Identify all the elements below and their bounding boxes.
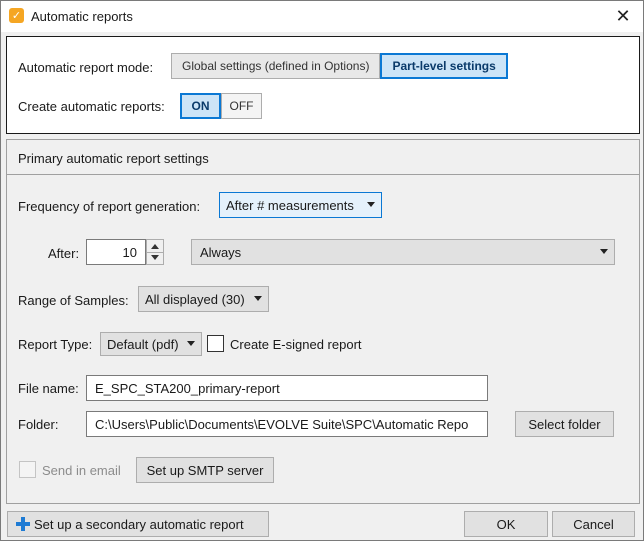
range-label: Range of Samples: xyxy=(18,293,129,308)
report-type-value: Default (pdf) xyxy=(107,336,179,352)
report-mode-label: Automatic report mode: xyxy=(18,60,154,75)
after-count-value: 10 xyxy=(122,244,137,260)
report-type-label: Report Type: xyxy=(18,337,93,352)
condition-value: Always xyxy=(200,244,242,260)
secondary-report-label: Set up a secondary automatic report xyxy=(34,516,244,532)
file-name-input[interactable]: E_SPC_STA200_primary-report xyxy=(86,375,488,401)
secondary-report-button[interactable]: Set up a secondary automatic report xyxy=(7,511,269,537)
after-count-stepper[interactable] xyxy=(146,239,164,265)
mode-global-settings-button[interactable]: Global settings (defined in Options) xyxy=(171,53,381,79)
folder-value: C:\Users\Public\Documents\EVOLVE Suite\S… xyxy=(95,416,469,432)
select-folder-button[interactable]: Select folder xyxy=(515,411,614,437)
frequency-value: After # measurements xyxy=(226,197,354,213)
report-type-dropdown[interactable]: Default (pdf) xyxy=(100,332,202,356)
after-label: After: xyxy=(48,246,80,261)
folder-label: Folder: xyxy=(18,417,59,432)
increment-arrow-icon[interactable] xyxy=(151,244,159,249)
frequency-label: Frequency of report generation: xyxy=(18,199,201,214)
chevron-down-icon xyxy=(254,296,262,301)
frequency-dropdown[interactable]: After # measurements xyxy=(219,192,382,218)
create-reports-toggle: ON OFF xyxy=(180,93,262,119)
section-title: Primary automatic report settings xyxy=(18,151,209,166)
stepper-divider xyxy=(147,252,163,253)
esigned-checkbox[interactable] xyxy=(207,335,224,352)
esigned-label: Create E-signed report xyxy=(230,337,362,352)
chevron-down-icon xyxy=(600,249,608,254)
create-off-button[interactable]: OFF xyxy=(221,93,262,119)
close-icon: ✕ xyxy=(615,6,631,26)
folder-input[interactable]: C:\Users\Public\Documents\EVOLVE Suite\S… xyxy=(86,411,488,437)
chevron-down-icon xyxy=(367,202,375,207)
condition-dropdown[interactable]: Always xyxy=(191,239,615,265)
mode-panel: Automatic report mode: Global settings (… xyxy=(6,36,640,134)
plus-icon xyxy=(16,517,30,531)
file-name-value: E_SPC_STA200_primary-report xyxy=(95,380,280,396)
file-name-label: File name: xyxy=(18,381,79,396)
range-value: All displayed (30) xyxy=(145,291,245,307)
create-on-button[interactable]: ON xyxy=(180,93,221,119)
after-count-input[interactable]: 10 xyxy=(86,239,146,265)
decrement-arrow-icon[interactable] xyxy=(151,255,159,260)
create-reports-label: Create automatic reports: xyxy=(18,99,165,114)
app-logo-icon: ✓ xyxy=(9,8,24,23)
title-bar: ✓ Automatic reports ✕ xyxy=(1,1,643,32)
send-email-checkbox[interactable] xyxy=(19,461,36,478)
ok-button[interactable]: OK xyxy=(464,511,548,537)
mode-part-level-button[interactable]: Part-level settings xyxy=(380,53,508,79)
automatic-reports-dialog: ✓ Automatic reports ✕ Automatic report m… xyxy=(0,0,644,541)
window-title: Automatic reports xyxy=(31,9,133,24)
report-mode-toggle: Global settings (defined in Options) Par… xyxy=(171,53,508,79)
primary-settings-panel: Primary automatic report settings Freque… xyxy=(6,139,640,504)
smtp-setup-button[interactable]: Set up SMTP server xyxy=(136,457,274,483)
range-dropdown[interactable]: All displayed (30) xyxy=(138,286,269,312)
cancel-button[interactable]: Cancel xyxy=(552,511,635,537)
send-email-label: Send in email xyxy=(42,463,121,478)
chevron-down-icon xyxy=(187,341,195,346)
close-button[interactable]: ✕ xyxy=(603,1,643,32)
primary-settings-header: Primary automatic report settings xyxy=(7,140,639,175)
